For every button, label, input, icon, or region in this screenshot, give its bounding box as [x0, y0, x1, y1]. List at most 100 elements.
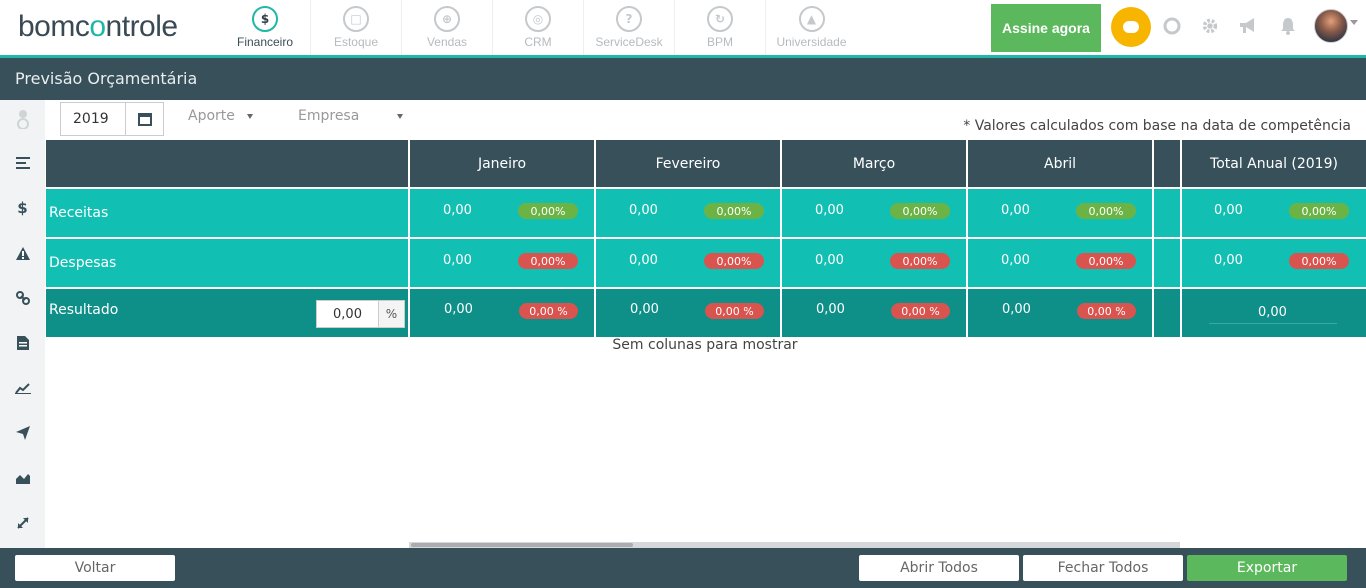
column-header-janeiro: Janeiro: [410, 140, 594, 187]
column-header-fevereiro: Fevereiro: [596, 140, 780, 187]
receitas-total-value: 0,00: [1214, 203, 1243, 218]
despesas-fevereiro-badge: 0,00%: [704, 253, 764, 269]
resultado-janeiro-value: 0,00: [444, 302, 473, 317]
module-estoque[interactable]: □ Estoque: [311, 0, 402, 55]
left-sidebar: $: [0, 100, 45, 548]
resultado-marco-badge: 0,00 %: [891, 303, 950, 319]
support-icon[interactable]: [1161, 15, 1183, 37]
module-label: BPM: [706, 35, 733, 49]
resultado-marco-value: 0,00: [816, 302, 845, 317]
resultado-total-value: 0,00: [1258, 305, 1287, 320]
scrollbar-thumb[interactable]: [411, 543, 633, 547]
receitas-total-badge: 0,00%: [1289, 203, 1349, 219]
despesas-janeiro-value: 0,00: [443, 253, 472, 268]
total-underline: [1209, 323, 1337, 324]
despesas-fevereiro-value: 0,00: [629, 253, 658, 268]
open-all-button[interactable]: Abrir Todos: [859, 555, 1019, 581]
month-label: Março: [852, 155, 896, 172]
competence-note: * Valores calculados com base na data de…: [963, 118, 1351, 134]
resultado-label: Resultado: [49, 302, 119, 318]
module-label: Universidade: [776, 35, 847, 49]
module-vendas[interactable]: ⊕ Vendas: [402, 0, 493, 55]
module-servicedesk[interactable]: ? ServiceDesk: [584, 0, 675, 55]
module-bpm[interactable]: ↻ BPM: [675, 0, 766, 55]
empresa-label: Empresa: [298, 108, 360, 124]
module-label: CRM: [524, 35, 552, 49]
column-header-marco: Março: [782, 140, 966, 187]
user-avatar[interactable]: [1314, 9, 1348, 43]
brand-text-3: ntrole: [105, 10, 179, 43]
aporte-label: Aporte: [188, 108, 235, 124]
empresa-dropdown[interactable]: Empresa: [298, 108, 408, 128]
year-picker: [60, 102, 164, 136]
target-icon: ◎: [525, 6, 551, 32]
module-label: Estoque: [333, 35, 379, 49]
despesas-abril-value: 0,00: [1001, 253, 1030, 268]
receitas-abril-value: 0,00: [1001, 203, 1030, 218]
receitas-label: Receitas: [49, 205, 109, 221]
graduation-cap-icon: ▲: [798, 6, 825, 32]
chevron-down-icon[interactable]: [1350, 20, 1358, 25]
total-header-label: Total Anual (2019): [1210, 155, 1338, 172]
megaphone-icon[interactable]: [1237, 15, 1259, 37]
resultado-partial-cell: [1154, 289, 1180, 337]
paper-plane-icon[interactable]: [0, 418, 45, 448]
footer-bar: Voltar Abrir Todos Fechar Todos Exportar: [0, 548, 1366, 588]
resultado-fevereiro-value: 0,00: [630, 302, 659, 317]
module-financeiro[interactable]: $ Financeiro: [220, 0, 311, 55]
empty-columns-message: Sem colunas para mostrar: [612, 337, 798, 353]
top-navbar: bomcontrole $ Financeiro □ Estoque ⊕ Ven…: [0, 0, 1366, 55]
module-universidade[interactable]: ▲ Universidade: [766, 0, 857, 55]
brand-logo[interactable]: bomcontrole: [18, 10, 178, 44]
calendar-button[interactable]: [126, 103, 163, 135]
row-header-corner: [46, 140, 408, 187]
receitas-fevereiro-badge: 0,00%: [704, 203, 764, 219]
document-icon[interactable]: [0, 328, 45, 358]
aporte-dropdown[interactable]: Aporte: [188, 108, 258, 128]
column-header-abril: Abril: [968, 140, 1152, 187]
warning-icon[interactable]: [0, 238, 45, 268]
chat-button[interactable]: [1111, 7, 1151, 47]
receitas-marco-value: 0,00: [815, 203, 844, 218]
resultado-abril-value: 0,00: [1002, 302, 1031, 317]
dollar-icon[interactable]: $: [0, 193, 45, 223]
module-label: ServiceDesk: [595, 35, 663, 49]
gear-icon[interactable]: [1199, 15, 1221, 37]
expand-icon[interactable]: [0, 508, 45, 538]
receitas-janeiro-badge: 0,00%: [518, 203, 578, 219]
receitas-fevereiro-value: 0,00: [629, 203, 658, 218]
close-all-button[interactable]: Fechar Todos: [1023, 555, 1183, 581]
despesas-total-badge: 0,00%: [1289, 253, 1349, 269]
user-icon[interactable]: [0, 104, 45, 134]
month-label: Abril: [1044, 155, 1076, 172]
resultado-percent-input[interactable]: [317, 301, 379, 327]
bell-icon[interactable]: [1277, 15, 1299, 37]
resultado-abril-badge: 0,00 %: [1077, 303, 1136, 319]
export-button[interactable]: Exportar: [1187, 555, 1347, 581]
chevron-down-icon: [397, 114, 403, 119]
area-chart-icon[interactable]: [0, 463, 45, 493]
subscribe-button[interactable]: Assine agora: [991, 4, 1101, 52]
chat-bubble-icon: [1123, 21, 1139, 33]
calendar-icon: [137, 112, 152, 126]
question-icon: ?: [616, 6, 642, 32]
despesas-label: Despesas: [49, 255, 117, 271]
column-header-total: Total Anual (2019): [1182, 140, 1366, 187]
page-title: Previsão Orçamentária: [15, 69, 198, 88]
module-crm[interactable]: ◎ CRM: [493, 0, 584, 55]
dollar-icon: $: [252, 6, 278, 32]
despesas-partial-cell: [1154, 239, 1180, 287]
month-label: Fevereiro: [655, 155, 721, 172]
link-icon[interactable]: [0, 283, 45, 313]
menu-icon[interactable]: [0, 148, 45, 178]
box-icon: □: [343, 6, 369, 32]
chevron-down-icon: [247, 114, 253, 119]
receitas-partial-cell: [1154, 189, 1180, 237]
line-chart-icon[interactable]: [0, 373, 45, 403]
page-header: Previsão Orçamentária: [0, 58, 1366, 100]
month-label: Janeiro: [477, 155, 527, 172]
year-input[interactable]: [61, 103, 126, 135]
despesas-marco-badge: 0,00%: [890, 253, 950, 269]
resultado-percent-field: %: [316, 300, 405, 328]
back-button[interactable]: Voltar: [15, 555, 175, 581]
